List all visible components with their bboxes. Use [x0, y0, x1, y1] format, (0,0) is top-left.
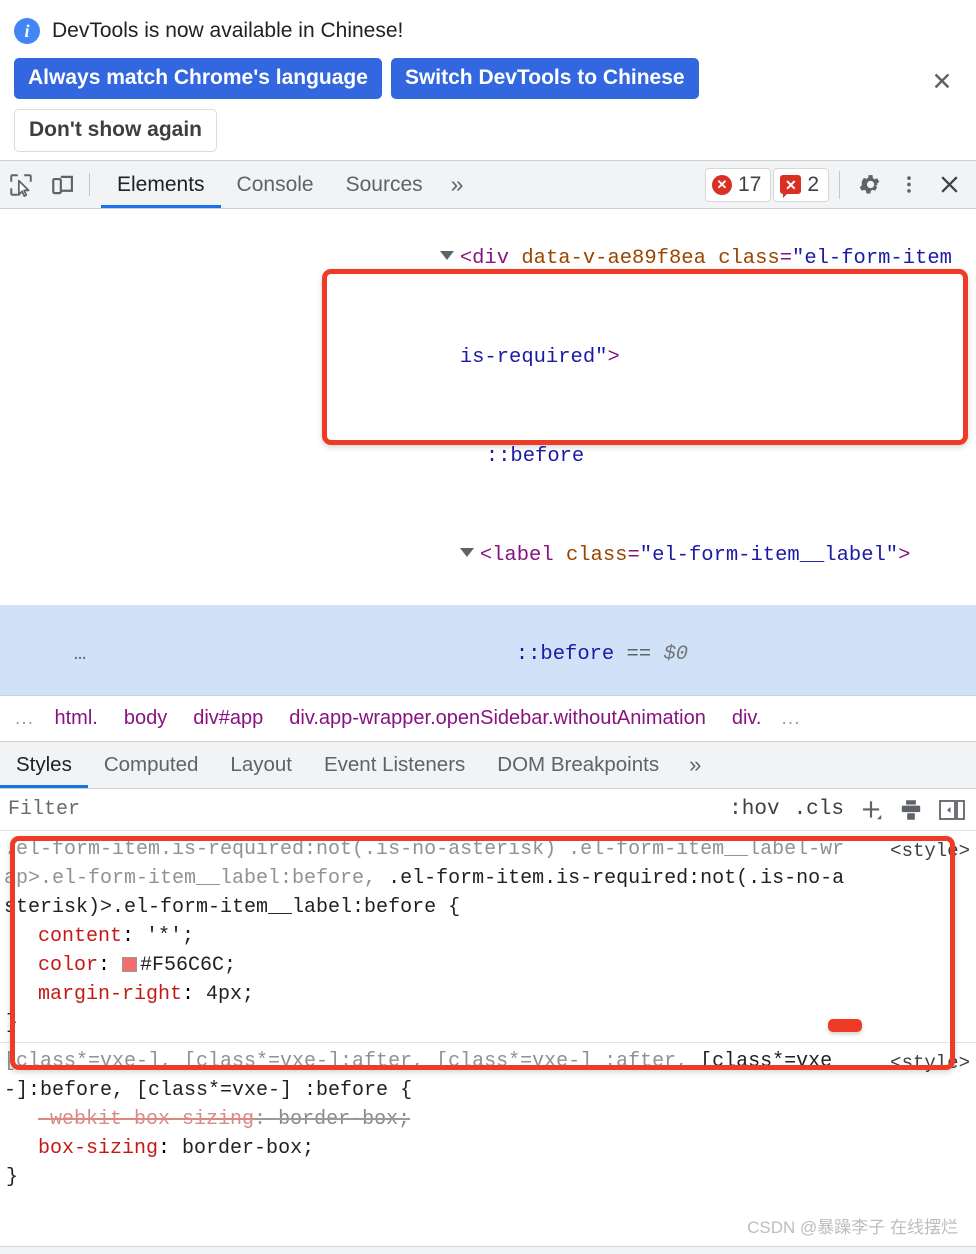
filter-input[interactable] [0, 792, 730, 827]
print-media-icon[interactable] [898, 797, 924, 823]
dont-show-again-button[interactable]: Don't show again [14, 109, 217, 152]
watermark: CSDN @暴躁李子 在线摆烂 [747, 1218, 958, 1237]
tab-styles[interactable]: Styles [0, 742, 88, 788]
css-selector[interactable]: .el-form-item.is-required:not(.is-no-ast… [4, 835, 976, 922]
toggle-cls-button[interactable]: .cls [794, 798, 844, 821]
always-match-language-button[interactable]: Always match Chrome's language [14, 58, 382, 99]
css-rules-list: <style> .el-form-item.is-required:not(.i… [0, 831, 976, 1196]
plus-new-style-rule-icon[interactable] [858, 797, 884, 823]
css-property-name[interactable]: -webkit-box-sizing [38, 1108, 254, 1131]
styles-filter-row: :hov .cls [0, 789, 976, 831]
inspect-element-icon[interactable] [0, 161, 42, 208]
tab-computed[interactable]: Computed [88, 742, 215, 788]
gear-icon[interactable] [850, 166, 888, 204]
red-dash-marker [828, 1019, 862, 1032]
color-swatch[interactable] [122, 957, 138, 972]
tab-dom-breakpoints[interactable]: DOM Breakpoints [481, 742, 675, 788]
selected-node-ref: $0 [663, 643, 689, 666]
more-styles-tabs-icon[interactable]: » [675, 742, 715, 788]
css-declaration-box-sizing[interactable]: box-sizing: border-box; [4, 1134, 976, 1163]
breadcrumb-overflow-right[interactable]: … [774, 707, 808, 730]
close-icon[interactable] [930, 166, 968, 204]
filter-actions: :hov .cls [729, 797, 976, 823]
breadcrumb-overflow-left[interactable]: … [8, 707, 42, 730]
css-close-brace: } [6, 1166, 19, 1189]
toolbar-right-group: ✕ 17 ✕ 2 [704, 161, 976, 208]
devtools-panel-tabs: Elements Console Sources » [101, 161, 475, 208]
css-property-name[interactable]: content [38, 925, 122, 948]
issue-count-value: 2 [807, 172, 819, 196]
css-property-name[interactable]: color [38, 954, 98, 977]
breadcrumb-item-html[interactable]: html. [42, 707, 111, 730]
styles-pane-tabs: Styles Computed Layout Event Listeners D… [0, 741, 976, 789]
breadcrumb-item-app-wrapper[interactable]: div.app-wrapper.openSidebar.withoutAnima… [276, 707, 719, 730]
issue-count-badge[interactable]: ✕ 2 [773, 167, 829, 202]
error-count-value: 17 [737, 172, 762, 196]
expand-triangle-icon[interactable] [439, 251, 454, 261]
infobar-dismiss-row: Don't show again [0, 99, 976, 152]
dom-overflow-ellipsis: … [73, 643, 89, 666]
css-declaration-margin-right[interactable]: margin-right: 4px; [4, 980, 976, 1009]
dom-line[interactable]: ::before [0, 407, 976, 506]
toggle-hov-button[interactable]: :hov [729, 798, 779, 821]
css-selector-inactive: [class*=vxe-], [class*=vxe-]:after, [cla… [4, 1050, 701, 1073]
dom-tree-panel[interactable]: <div data-v-ae89f8ea class="el-form-item… [0, 209, 976, 695]
device-toolbar-icon[interactable] [42, 161, 84, 208]
switch-devtools-language-button[interactable]: Switch DevTools to Chinese [390, 58, 699, 99]
info-icon: i [14, 18, 40, 44]
style-origin-link[interactable]: <style> [890, 837, 970, 866]
dom-line[interactable]: <label class="el-form-item__label"> [0, 506, 976, 605]
css-property-name[interactable]: margin-right [38, 983, 182, 1006]
css-property-value[interactable]: border-box; [278, 1108, 410, 1131]
computed-sidebar-icon[interactable] [938, 798, 966, 822]
css-selector[interactable]: [class*=vxe-], [class*=vxe-]:after, [cla… [4, 1047, 976, 1105]
issue-bubble-icon: ✕ [780, 175, 802, 198]
infobar-message-row: i DevTools is now available in Chinese! [0, 14, 976, 48]
infobar-close-icon[interactable]: ✕ [928, 68, 956, 96]
toolbar-divider-2 [839, 170, 840, 199]
breadcrumb-item-body[interactable]: body [111, 707, 180, 730]
language-infobar: i DevTools is now available in Chinese! … [0, 0, 976, 160]
kebab-menu-icon[interactable] [890, 166, 928, 204]
devtools-main-toolbar: Elements Console Sources » ✕ 17 ✕ 2 [0, 160, 976, 209]
infobar-action-row: Always match Chrome's language Switch De… [0, 48, 976, 99]
more-panels-icon[interactable]: » [439, 161, 476, 208]
dom-line[interactable]: is-required"> [0, 308, 976, 407]
dom-line-selected[interactable]: …::before == $0 [0, 605, 976, 695]
dom-line[interactable]: <div data-v-ae89f8ea class="el-form-item [0, 209, 976, 308]
devtools-screenshot: i DevTools is now available in Chinese! … [0, 0, 976, 1254]
toolbar-divider [89, 173, 90, 196]
css-rule-vxe-box-sizing[interactable]: <style> [class*=vxe-], [class*=vxe-]:aft… [0, 1042, 976, 1196]
bottom-strip [0, 1246, 976, 1254]
css-property-name[interactable]: box-sizing [38, 1137, 158, 1160]
tab-console[interactable]: Console [221, 161, 330, 208]
tab-event-listeners[interactable]: Event Listeners [308, 742, 481, 788]
css-declaration-webkit-box-sizing[interactable]: -webkit-box-sizing: border-box; [4, 1105, 976, 1134]
error-count-badge[interactable]: ✕ 17 [704, 167, 772, 202]
css-rule-required-asterisk[interactable]: <style> .el-form-item.is-required:not(.i… [0, 831, 976, 1042]
css-property-value[interactable]: '*'; [146, 925, 194, 948]
tab-layout[interactable]: Layout [214, 742, 308, 788]
error-circle-icon: ✕ [711, 174, 732, 195]
css-declaration-content[interactable]: content: '*'; [4, 922, 976, 951]
css-property-value[interactable]: border-box; [182, 1137, 314, 1160]
tab-sources[interactable]: Sources [330, 161, 439, 208]
css-declaration-color[interactable]: color: #F56C6C; [4, 951, 976, 980]
tab-elements[interactable]: Elements [101, 161, 221, 208]
style-origin-link[interactable]: <style> [890, 1049, 970, 1078]
breadcrumb-item-div[interactable]: div. [719, 707, 775, 730]
expand-triangle-icon[interactable] [459, 548, 474, 558]
breadcrumb-item-div-app[interactable]: div#app [180, 707, 276, 730]
infobar-message: DevTools is now available in Chinese! [52, 19, 404, 42]
breadcrumb: … html. body div#app div.app-wrapper.ope… [0, 695, 976, 741]
css-property-value[interactable]: 4px; [206, 983, 254, 1006]
css-property-value[interactable]: #F56C6C; [140, 954, 236, 977]
